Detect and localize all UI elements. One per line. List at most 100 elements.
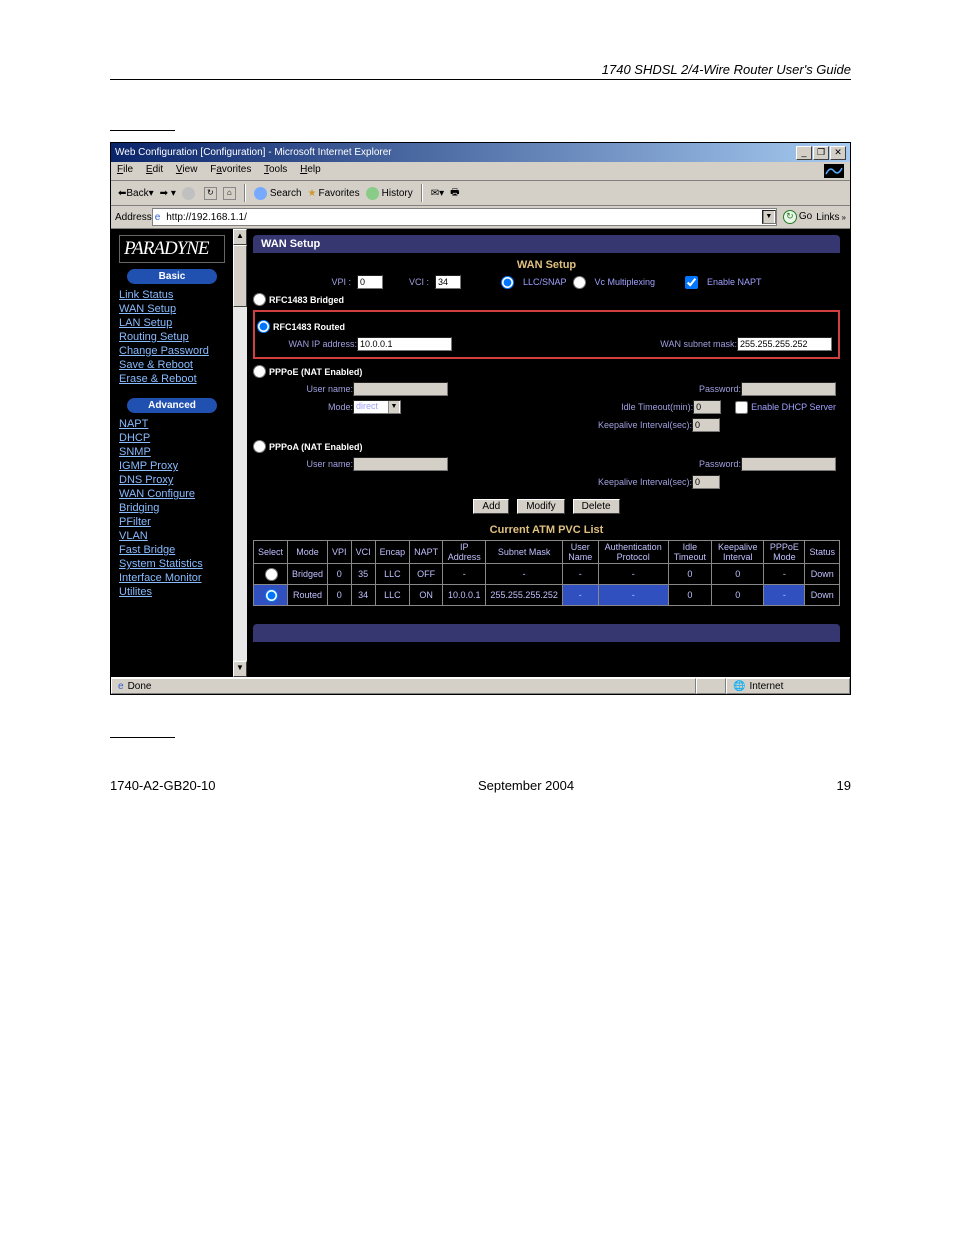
- nav-change-password[interactable]: Change Password: [111, 344, 233, 358]
- pppoe-radio[interactable]: [253, 365, 266, 378]
- main-panel: WAN Setup WAN Setup VPI : VCI : LLC/SNAP…: [247, 229, 850, 677]
- menu-file[interactable]: File: [117, 164, 133, 175]
- napt-checkbox[interactable]: [685, 276, 698, 289]
- atm-title: Current ATM PVC List: [253, 516, 840, 540]
- atm-select-1[interactable]: [265, 589, 278, 602]
- nav-erase-reboot[interactable]: Erase & Reboot: [111, 372, 233, 386]
- zone-icon: 🌐: [733, 681, 745, 692]
- delete-button[interactable]: Delete: [573, 499, 620, 514]
- napt-label: Enable NAPT: [707, 277, 762, 287]
- nav-head-basic: Basic: [127, 269, 217, 284]
- nav-pfilter[interactable]: PFilter: [111, 515, 233, 529]
- nav-system-statistics[interactable]: System Statistics: [111, 557, 233, 571]
- nav-lan-setup[interactable]: LAN Setup: [111, 316, 233, 330]
- pppoe-pass-label: Password:: [699, 384, 741, 394]
- mode-select[interactable]: direct: [353, 400, 401, 414]
- modify-button[interactable]: Modify: [517, 499, 564, 514]
- atm-row-0: Bridged035LLCOFF----00-Down: [254, 564, 840, 585]
- menu-edit[interactable]: Edit: [146, 164, 163, 175]
- menu-view[interactable]: View: [176, 164, 198, 175]
- dhcp-server-label: Enable DHCP Server: [751, 402, 836, 412]
- pppoa-user-input[interactable]: [353, 457, 448, 471]
- pppoa-pass-input[interactable]: [741, 457, 836, 471]
- nav-save-reboot[interactable]: Save & Reboot: [111, 358, 233, 372]
- nav-igmp-proxy[interactable]: IGMP Proxy: [111, 459, 233, 473]
- pppoa-user-label: User name:: [253, 459, 353, 469]
- pppoa-keepalive-input[interactable]: [692, 475, 720, 489]
- nav-link-status[interactable]: Link Status: [111, 288, 233, 302]
- nav-head-advanced: Advanced: [127, 398, 217, 413]
- close-button[interactable]: ✕: [830, 146, 846, 160]
- nav-wan-setup[interactable]: WAN Setup: [111, 302, 233, 316]
- stop-button[interactable]: [182, 187, 198, 200]
- idle-input[interactable]: [693, 400, 721, 414]
- pppoe-user-input[interactable]: [353, 382, 448, 396]
- rule-bottom: [110, 737, 175, 738]
- maximize-button[interactable]: ❐: [813, 146, 829, 160]
- encap-vc-radio[interactable]: [573, 276, 586, 289]
- forward-button[interactable]: ➡ ▾: [160, 188, 176, 199]
- nav-bridging[interactable]: Bridging: [111, 501, 233, 515]
- ie-logo-icon: [824, 164, 844, 178]
- menu-favorites[interactable]: Favorites: [210, 164, 251, 175]
- atm-row-1: Routed034LLCON10.0.0.1255.255.255.252--0…: [254, 585, 840, 606]
- nav-fast-bridge[interactable]: Fast Bridge: [111, 543, 233, 557]
- vci-input[interactable]: [435, 275, 461, 289]
- vci-label: VCI :: [409, 277, 429, 287]
- address-input[interactable]: [164, 210, 760, 224]
- rfc-routed-label: RFC1483 Routed: [273, 322, 345, 332]
- window-titlebar: Web Configuration [Configuration] - Micr…: [111, 143, 850, 162]
- pppoe-pass-input[interactable]: [741, 382, 836, 396]
- nav-dhcp[interactable]: DHCP: [111, 431, 233, 445]
- address-dropdown[interactable]: [762, 210, 776, 224]
- rfc-routed-radio[interactable]: [257, 320, 270, 333]
- pppoa-radio[interactable]: [253, 440, 266, 453]
- pppoa-label: PPPoA (NAT Enabled): [269, 442, 363, 452]
- atm-header-row: SelectModeVPIVCIEncapNAPTIP AddressSubne…: [254, 541, 840, 564]
- encap-llc-radio[interactable]: [501, 276, 514, 289]
- pppoa-keepalive-label: Keepalive Interval(sec):: [598, 477, 692, 487]
- go-button[interactable]: ↻Go: [783, 210, 812, 224]
- add-button[interactable]: Add: [473, 499, 509, 514]
- idle-label: Idle Timeout(min):: [621, 402, 693, 412]
- menu-help[interactable]: Help: [300, 164, 321, 175]
- nav-wan-configure[interactable]: WAN Configure: [111, 487, 233, 501]
- pppoa-pass-label: Password:: [699, 459, 741, 469]
- rfc-bridged-radio[interactable]: [253, 293, 266, 306]
- sidebar-scrollbar[interactable]: ▲▼: [233, 229, 247, 677]
- nav-vlan[interactable]: VLAN: [111, 529, 233, 543]
- favorites-button[interactable]: ★Favorites: [308, 188, 360, 199]
- atm-select-0[interactable]: [265, 568, 278, 581]
- vpi-input[interactable]: [357, 275, 383, 289]
- links-label[interactable]: Links: [816, 212, 839, 223]
- minimize-button[interactable]: _: [796, 146, 812, 160]
- refresh-button[interactable]: ↻: [204, 187, 217, 200]
- menubar: File Edit View Favorites Tools Help: [111, 162, 850, 181]
- atm-table: SelectModeVPIVCIEncapNAPTIP AddressSubne…: [253, 540, 840, 606]
- back-button[interactable]: ⬅ Back ▾: [118, 188, 154, 199]
- nav-napt[interactable]: NAPT: [111, 417, 233, 431]
- dhcp-server-checkbox[interactable]: [735, 401, 748, 414]
- keepalive-input[interactable]: [692, 418, 720, 432]
- menu-tools[interactable]: Tools: [264, 164, 287, 175]
- bottom-bar: [253, 624, 840, 642]
- nav-dns-proxy[interactable]: DNS Proxy: [111, 473, 233, 487]
- doc-header: 1740 SHDSL 2/4-Wire Router User's Guide: [110, 62, 851, 80]
- history-button[interactable]: History: [366, 187, 413, 200]
- nav-interface-monitor[interactable]: Interface Monitor: [111, 571, 233, 585]
- mail-button[interactable]: ✉▾: [431, 188, 444, 199]
- wan-mask-input[interactable]: [737, 337, 832, 351]
- print-button[interactable]: 🖶: [450, 185, 459, 202]
- nav-routing-setup[interactable]: Routing Setup: [111, 330, 233, 344]
- encap-vc-label: Vc Multiplexing: [595, 277, 656, 287]
- nav-utilities[interactable]: Utilites: [111, 585, 233, 599]
- nav-snmp[interactable]: SNMP: [111, 445, 233, 459]
- pppoe-user-label: User name:: [253, 384, 353, 394]
- pppoe-label: PPPoE (NAT Enabled): [269, 367, 362, 377]
- rule-top: [110, 130, 175, 131]
- footer-center: September 2004: [478, 778, 574, 793]
- rfc-routed-box: RFC1483 Routed WAN IP address: WAN subne…: [253, 310, 840, 359]
- search-button[interactable]: Search: [254, 187, 302, 200]
- home-button[interactable]: ⌂: [223, 187, 236, 200]
- wan-ip-input[interactable]: [357, 337, 452, 351]
